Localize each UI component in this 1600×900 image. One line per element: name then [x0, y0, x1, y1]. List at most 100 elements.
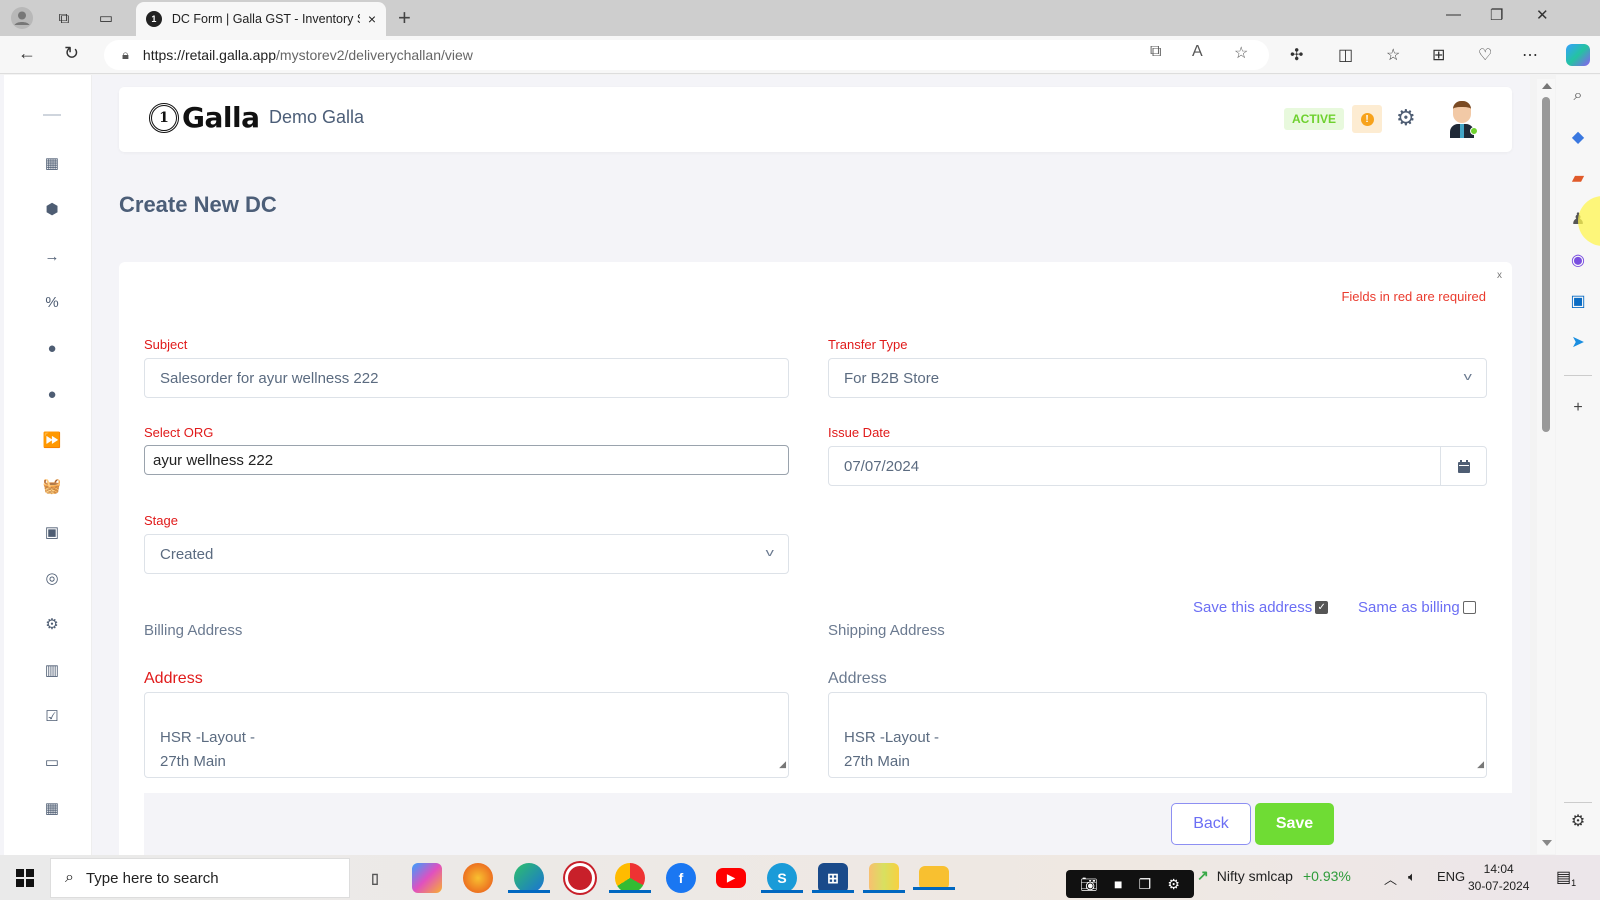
transfer-icon: →: [44, 247, 60, 265]
copilot-icon[interactable]: [1566, 44, 1590, 66]
same-as-billing-checkbox[interactable]: [1462, 601, 1476, 614]
outlook-icon[interactable]: ▣: [1567, 290, 1589, 312]
customers-icon: ●: [47, 339, 57, 357]
galla-logo[interactable]: 1 Galla: [149, 101, 260, 134]
shopping-tag-icon[interactable]: ◆: [1567, 126, 1589, 148]
volume-icon[interactable]: 🔈︎: [1408, 869, 1416, 885]
page-scrollbar[interactable]: [1537, 79, 1555, 854]
transfer-type-select[interactable]: For B2B Store v: [828, 358, 1487, 398]
warning-button[interactable]: !: [1352, 105, 1382, 133]
save-address-toggle[interactable]: Save this address ✓: [1193, 599, 1329, 616]
refresh-icon[interactable]: ↻: [64, 43, 79, 64]
sidebar-item-settings[interactable]: ⚙: [40, 613, 64, 635]
split-screen-icon[interactable]: ◫: [1338, 45, 1353, 65]
collections-icon[interactable]: ⊞: [1432, 45, 1445, 65]
close-window-icon[interactable]: ✕: [1536, 6, 1549, 24]
stock-ticker-widget[interactable]: ↗ Nifty smlcap +0.93%: [1197, 867, 1351, 884]
more-menu-icon[interactable]: ⋯: [1522, 45, 1538, 65]
send-icon[interactable]: ➤: [1567, 331, 1589, 353]
url-field[interactable]: 🔒︎ https://retail.galla.app/mystorev2/de…: [104, 40, 1269, 70]
resize-handle-icon[interactable]: ◢: [779, 752, 786, 776]
recorder-settings-icon[interactable]: ⚙: [1167, 876, 1180, 893]
sidebar-item-calendar[interactable]: ▦: [40, 797, 64, 819]
tab-close-icon[interactable]: ×: [368, 11, 376, 27]
active-tab[interactable]: 1 DC Form | Galla GST - Inventory S ×: [136, 2, 386, 36]
ms-store-icon[interactable]: ⊞: [812, 863, 854, 893]
facebook-icon[interactable]: f: [666, 863, 696, 893]
camera-icon[interactable]: 📷︎: [1080, 876, 1098, 893]
sidebar-item-products[interactable]: ⬢: [40, 198, 64, 220]
chrome-icon[interactable]: [609, 863, 651, 893]
taskbar-search[interactable]: ⌕ Type here to search: [50, 858, 350, 898]
restore-icon[interactable]: ❐: [1490, 6, 1503, 24]
billing-address-textarea[interactable]: HSR -Layout - 27th Main ◢: [144, 692, 789, 778]
firefox-icon[interactable]: [463, 863, 493, 893]
save-address-checkbox[interactable]: ✓: [1315, 601, 1329, 614]
tab-actions-icon[interactable]: ▭: [94, 6, 118, 30]
open-in-app-icon[interactable]: ⧉: [1150, 43, 1161, 61]
user-avatar[interactable]: [1444, 97, 1480, 141]
sidebar-settings-icon[interactable]: ⚙: [1567, 810, 1589, 832]
sidebar-item-vendors[interactable]: ●: [40, 383, 64, 405]
youtube-icon[interactable]: ▶: [716, 868, 746, 888]
profile-icon[interactable]: [10, 6, 34, 30]
skype-icon[interactable]: S: [761, 863, 803, 893]
browser-tab-bar: ⧉ ▭ 1 DC Form | Galla GST - Inventory S …: [0, 0, 1600, 36]
settings-gear-icon[interactable]: ⚙: [1396, 105, 1416, 131]
favorites-icon[interactable]: ☆: [1386, 45, 1400, 65]
task-view-icon[interactable]: ▯: [360, 863, 390, 893]
sidebar-item-discounts[interactable]: %: [40, 291, 64, 313]
tools-icon[interactable]: ▰: [1567, 167, 1589, 189]
recorder-icon[interactable]: [565, 863, 595, 893]
language-indicator[interactable]: ENG: [1437, 869, 1465, 884]
search-icon[interactable]: ⌕: [1567, 85, 1589, 107]
file-explorer-icon[interactable]: [913, 866, 955, 890]
save-button[interactable]: Save: [1255, 803, 1334, 845]
extensions-icon[interactable]: ✣: [1290, 45, 1303, 65]
read-aloud-icon[interactable]: A: [1192, 43, 1203, 61]
sidebar-item-contacts[interactable]: ▣: [40, 521, 64, 543]
sidebar-item-tasks[interactable]: ☑: [40, 705, 64, 727]
video-icon[interactable]: ■: [1114, 876, 1122, 892]
calendar-icon[interactable]: [1440, 447, 1486, 485]
sidebar-toggle[interactable]: [43, 114, 61, 116]
add-icon[interactable]: +: [1567, 397, 1589, 419]
card-close-icon[interactable]: x: [1497, 270, 1502, 281]
select-org-input[interactable]: ayur wellness 222: [144, 445, 789, 475]
subject-input[interactable]: Salesorder for ayur wellness 222: [144, 358, 789, 398]
scrollbar-thumb[interactable]: [1542, 97, 1550, 432]
sidebar-item-transfer[interactable]: →: [40, 245, 64, 267]
sidebar-item-orders[interactable]: 🧺: [40, 475, 64, 497]
sidebar-item-fast-forward[interactable]: ⏩: [40, 429, 64, 451]
windows-icon[interactable]: ❐: [1139, 876, 1152, 893]
shipping-address-textarea[interactable]: HSR -Layout - 27th Main ◢: [828, 692, 1487, 778]
same-as-billing-label: Same as billing: [1358, 599, 1460, 616]
microsoft365-icon[interactable]: ◉: [1567, 249, 1589, 271]
sidebar-item-locations[interactable]: ◎: [40, 567, 64, 589]
windows-start-icon[interactable]: [16, 869, 34, 887]
sidebar-item-dashboard[interactable]: ▦: [40, 152, 64, 174]
favorite-star-icon[interactable]: ☆: [1234, 43, 1248, 63]
notifications-icon[interactable]: ▤1: [1556, 867, 1576, 888]
browser-essentials-icon[interactable]: ♡: [1478, 45, 1492, 65]
scroll-down-icon[interactable]: [1542, 840, 1552, 846]
tray-chevron-up-icon[interactable]: ︿: [1384, 869, 1397, 888]
same-as-billing-toggle[interactable]: Same as billing: [1358, 599, 1476, 616]
ticker-name: Nifty smlcap: [1216, 867, 1293, 884]
new-tab-button[interactable]: +: [398, 5, 411, 31]
back-arrow-icon[interactable]: ←: [18, 43, 36, 64]
resize-handle-icon[interactable]: ◢: [1477, 752, 1484, 776]
sidebar-item-payments[interactable]: ▭: [40, 751, 64, 773]
map-app-icon[interactable]: [863, 863, 905, 893]
workspaces-icon[interactable]: ⧉: [52, 6, 76, 30]
scroll-up-icon[interactable]: [1542, 83, 1552, 89]
stage-select[interactable]: Created v: [144, 534, 789, 574]
back-button[interactable]: Back: [1171, 803, 1251, 845]
sidebar-item-reports[interactable]: ▥: [40, 659, 64, 681]
copilot-app-icon[interactable]: [412, 863, 442, 893]
sidebar-item-customers[interactable]: ●: [40, 337, 64, 359]
system-clock[interactable]: 14:04 30-07-2024: [1468, 861, 1529, 895]
issue-date-input[interactable]: 07/07/2024: [828, 446, 1487, 486]
minimize-icon[interactable]: —: [1446, 6, 1461, 23]
edge-icon[interactable]: [508, 863, 550, 893]
